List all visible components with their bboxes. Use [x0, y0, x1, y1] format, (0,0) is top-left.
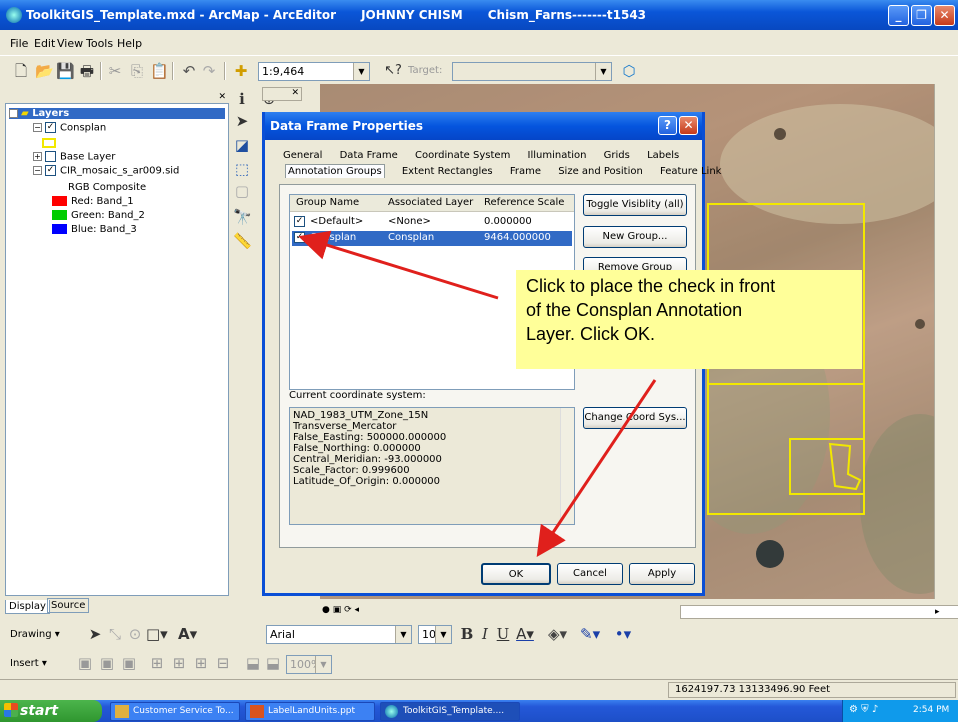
zoom-combo[interactable]: 100% ▼: [286, 655, 332, 674]
status-bar: 1624197.73 13133496.90 Feet: [0, 679, 958, 699]
tray-icons[interactable]: ⚙ ⛨ ♪: [849, 704, 878, 715]
app-icon: [115, 705, 129, 718]
coordinate-readout: 1624197.73 13133496.90 Feet: [668, 682, 956, 698]
task-label: ToolkitGIS_Template....: [403, 706, 505, 716]
fill-color-icon[interactable]: ◈▾: [548, 625, 567, 643]
new-text-icon[interactable]: A▾: [178, 625, 197, 643]
insert-label: Insert: [10, 658, 39, 669]
drawing-menu[interactable]: Drawing ▾: [10, 629, 60, 640]
task-labellandunits[interactable]: LabelLandUnits.ppt: [245, 702, 375, 721]
arrow-to-checkbox: [298, 230, 499, 300]
annotation-arrows: [298, 230, 657, 557]
zoom-in-fixed-icon[interactable]: ⬓: [244, 654, 262, 672]
arcmap-icon: [385, 705, 398, 718]
insert-menu[interactable]: Insert ▾: [10, 658, 47, 669]
distribute-icon[interactable]: ⊞: [170, 654, 188, 672]
align-icon[interactable]: ⊞: [148, 654, 166, 672]
chevron-down-icon[interactable]: ▼: [395, 626, 411, 643]
task-label: LabelLandUnits.ppt: [268, 706, 356, 716]
rotate-flip-icon[interactable]: ⊟: [214, 654, 232, 672]
powerpoint-icon: [250, 705, 264, 718]
drawing-toolbar: Drawing ▾ ➤ ⤡ ⊙ □▾ A▾ Arial ▼ 10 ▼ B I U…: [0, 620, 958, 650]
font-value: Arial: [270, 628, 295, 641]
order-icon[interactable]: ▣: [120, 654, 138, 672]
system-tray: ⚙ ⛨ ♪ 2:54 PM: [842, 700, 958, 722]
font-color-icon[interactable]: A▾: [516, 625, 534, 643]
chevron-down-icon[interactable]: ▼: [315, 656, 331, 673]
task-label: Customer Service To...: [133, 706, 234, 716]
windows-logo-icon: [4, 703, 18, 717]
italic-icon[interactable]: I: [476, 625, 494, 643]
zoom-whole-page-icon[interactable]: ⊙: [126, 625, 144, 643]
bold-icon[interactable]: B: [458, 625, 476, 643]
zoom-out-fixed-icon[interactable]: ⬓: [264, 654, 282, 672]
select-elements-icon[interactable]: ➤: [86, 625, 104, 643]
drawing-label: Drawing: [10, 629, 52, 640]
underline-icon[interactable]: U: [494, 625, 512, 643]
ungroup-icon[interactable]: ▣: [98, 654, 116, 672]
group-icon[interactable]: ▣: [76, 654, 94, 672]
line-color-icon[interactable]: ✎▾: [580, 625, 600, 643]
clock[interactable]: 2:54 PM: [913, 705, 949, 715]
start-label: start: [20, 703, 59, 719]
new-rectangle-icon[interactable]: □▾: [146, 625, 168, 643]
task-customer-service[interactable]: Customer Service To...: [110, 702, 240, 721]
font-combo[interactable]: Arial ▼: [266, 625, 412, 644]
arrow-to-ok: [536, 379, 657, 557]
rotate-icon[interactable]: ⤡: [106, 625, 124, 643]
task-toolkitgis[interactable]: ToolkitGIS_Template....: [380, 702, 520, 721]
taskbar: start Customer Service To... LabelLandUn…: [0, 700, 958, 722]
insert-toolbar: Insert ▾ ▣ ▣ ▣ ⊞ ⊞ ⊞ ⊟ ⬓ ⬓ 100% ▼: [0, 650, 958, 678]
start-button[interactable]: start: [0, 700, 102, 722]
nudge-icon[interactable]: ⊞: [192, 654, 210, 672]
marker-color-icon[interactable]: •▾: [614, 625, 632, 643]
font-size-value: 10: [422, 628, 436, 641]
font-size-combo[interactable]: 10 ▼: [418, 625, 452, 644]
chevron-down-icon[interactable]: ▼: [435, 626, 451, 643]
